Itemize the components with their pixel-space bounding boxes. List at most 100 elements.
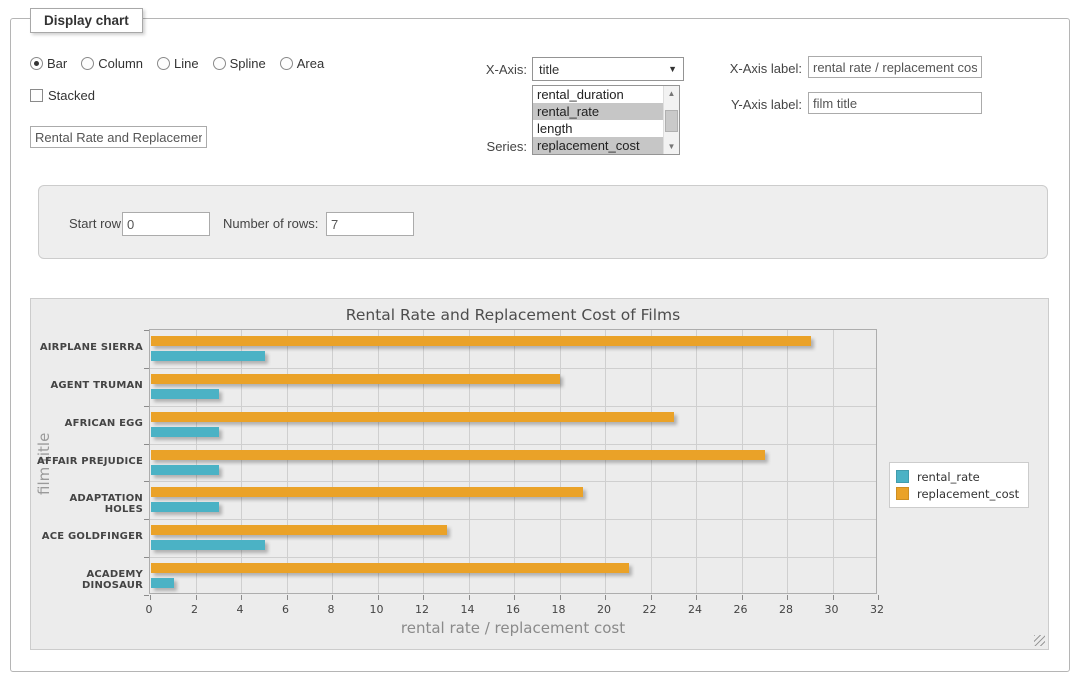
x-axis-label-label: X-Axis label: [717,61,802,76]
tick-mark [144,595,149,596]
bar-replacement_cost [151,525,447,535]
x-tick-label: 8 [311,603,351,616]
gridline [150,557,876,558]
x-tick-label: 18 [539,603,579,616]
bar-replacement_cost [151,450,765,460]
tick-mark [144,557,149,558]
series-scrollbar[interactable]: ▲ ▼ [663,86,679,154]
gridline [287,330,288,593]
y-axis-label-label: Y-Axis label: [717,97,802,112]
bar-replacement_cost [151,374,560,384]
gridline [514,330,515,593]
bar-rental_rate [151,465,219,475]
legend-swatch [896,470,909,483]
chart-type-label: Bar [47,56,67,71]
chart-type-label: Line [174,56,199,71]
gridline [378,330,379,593]
x-tick-label: 4 [220,603,260,616]
y-category-label: ADAPTATION HOLES [31,493,143,515]
stacked-checkbox-row[interactable]: Stacked [30,88,95,103]
chart-type-area[interactable]: Area [280,56,324,71]
y-category-label: AIRPLANE SIERRA [31,342,143,353]
gridline [150,444,876,445]
chart-type-column[interactable]: Column [81,56,143,71]
gridline [332,330,333,593]
plot-area [149,329,877,594]
tick-mark [833,595,834,600]
row-controls-panel: Start row: Number of rows: Go [38,185,1048,259]
tick-mark [605,595,606,600]
gridline [241,330,242,593]
radio-icon[interactable] [30,57,43,70]
chart-title: Rental Rate and Replacement Cost of Film… [149,306,877,324]
x-axis-label-input[interactable] [808,56,982,78]
legend-label: rental_rate [917,470,980,484]
page: Display chart Bar Column Line Spline Area St… [0,0,1081,681]
series-option-rental_duration[interactable]: rental_duration [533,86,663,103]
series-option-length[interactable]: length [533,120,663,137]
x-tick-label: 6 [266,603,306,616]
y-category-label: AFRICAN EGG [31,418,143,429]
bar-rental_rate [151,427,219,437]
tick-mark [196,595,197,600]
radio-icon[interactable] [213,57,226,70]
series-listbox-label: Series: [462,139,527,154]
x-tick-label: 32 [857,603,897,616]
y-axis-label-input[interactable] [808,92,982,114]
chart-title-input[interactable] [30,126,207,148]
gridline [150,519,876,520]
bar-replacement_cost [151,336,811,346]
bar-rental_rate [151,389,219,399]
tick-mark [560,595,561,600]
scroll-up-icon[interactable]: ▲ [664,86,679,101]
x-tick-label: 10 [357,603,397,616]
radio-icon[interactable] [280,57,293,70]
gridline [150,368,876,369]
legend-swatch [896,487,909,500]
tick-mark [144,368,149,369]
legend-item: replacement_cost [896,485,1019,502]
resize-handle-icon[interactable] [1034,635,1045,646]
scrollbar-thumb[interactable] [665,110,678,132]
gridline [833,330,834,593]
chevron-down-icon: ▼ [668,64,677,74]
tick-mark [287,595,288,600]
x-tick-label: 22 [630,603,670,616]
gridline [651,330,652,593]
start-row-input[interactable] [122,212,210,236]
fieldset-legend: Display chart [30,8,143,33]
x-axis-select[interactable]: title ▼ [532,57,684,81]
x-tick-label: 0 [129,603,169,616]
series-option-replacement_cost[interactable]: replacement_cost [533,137,663,154]
chart-legend: rental_rate replacement_cost [889,462,1029,508]
tick-mark [144,444,149,445]
tick-mark [332,595,333,600]
gridline [150,406,876,407]
radio-icon[interactable] [81,57,94,70]
tick-mark [144,481,149,482]
scroll-down-icon[interactable]: ▼ [664,139,679,154]
gridline [696,330,697,593]
legend-label: replacement_cost [917,487,1019,501]
tick-mark [378,595,379,600]
tick-mark [469,595,470,600]
bar-rental_rate [151,502,219,512]
stacked-checkbox[interactable] [30,89,43,102]
chart-type-spline[interactable]: Spline [213,56,266,71]
chart-type-line[interactable]: Line [157,56,199,71]
x-tick-label: 26 [721,603,761,616]
gridline [560,330,561,593]
num-rows-input[interactable] [326,212,414,236]
chart-type-bar[interactable]: Bar [30,56,67,71]
gridline [787,330,788,593]
gridline [605,330,606,593]
tick-mark [651,595,652,600]
tick-mark [241,595,242,600]
tick-mark [150,595,151,600]
gridline [742,330,743,593]
gridline [150,481,876,482]
bar-replacement_cost [151,563,629,573]
bar-replacement_cost [151,412,674,422]
radio-icon[interactable] [157,57,170,70]
series-option-rental_rate[interactable]: rental_rate [533,103,663,120]
